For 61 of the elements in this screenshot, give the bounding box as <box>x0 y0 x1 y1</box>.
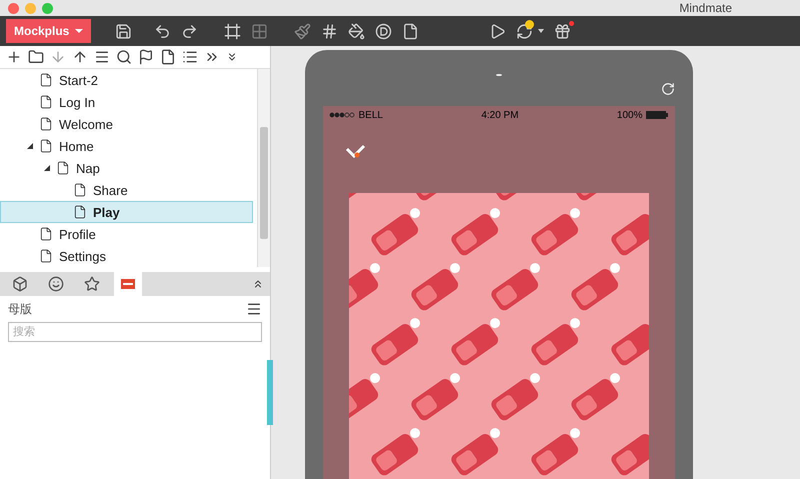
time-text: 4:20 PM <box>481 110 519 120</box>
expand-icon[interactable] <box>252 278 264 290</box>
resize-handle[interactable] <box>267 360 273 425</box>
page-icon <box>39 73 53 87</box>
expand-triangle-icon[interactable] <box>44 165 50 171</box>
sync-icon[interactable] <box>516 22 534 40</box>
brush-icon[interactable] <box>294 22 312 40</box>
tree-item[interactable]: Log In <box>0 91 253 113</box>
notification-badge <box>525 20 534 28</box>
hash-icon[interactable] <box>321 22 338 40</box>
save-icon[interactable] <box>115 22 132 40</box>
page-icon <box>39 227 53 241</box>
page-icon <box>73 183 87 197</box>
tree-item[interactable]: Play <box>0 201 253 223</box>
folder-icon[interactable] <box>28 49 44 65</box>
caret-icon[interactable] <box>538 29 544 33</box>
search-icon[interactable] <box>116 49 132 65</box>
app-menu-button[interactable]: Mockplus <box>6 19 92 43</box>
carrier-text: BELL <box>358 110 383 120</box>
scrollbar[interactable] <box>257 69 270 267</box>
tree-item[interactable]: Start-2 <box>0 69 253 91</box>
expand-triangle-icon[interactable] <box>27 143 33 149</box>
tree-item[interactable]: Home <box>0 135 253 157</box>
masters-title: 母版 <box>8 300 32 318</box>
tree-item[interactable]: Nap <box>0 157 253 179</box>
paint-bucket-icon[interactable] <box>348 22 366 40</box>
grid-icon[interactable] <box>251 22 268 40</box>
undo-icon[interactable] <box>154 22 172 40</box>
redo-icon[interactable] <box>181 22 198 40</box>
frame-icon[interactable] <box>224 22 242 40</box>
tree-item[interactable]: Welcome <box>0 113 253 135</box>
circle-d-icon[interactable] <box>375 22 392 40</box>
page-icon <box>39 139 53 153</box>
page-icon <box>39 117 53 131</box>
battery-icon <box>646 111 668 119</box>
search-field[interactable]: 搜索 <box>8 322 262 342</box>
battery-text: 100% <box>616 110 642 120</box>
arrow-up-icon[interactable] <box>72 49 88 65</box>
collapse-icon[interactable] <box>226 51 238 63</box>
rotate-icon <box>660 82 674 96</box>
tree-item[interactable]: Profile <box>0 223 253 245</box>
gift-icon[interactable] <box>554 22 572 40</box>
document-icon[interactable] <box>402 22 420 40</box>
tree-item[interactable]: Settings <box>0 245 253 267</box>
menu-icon[interactable] <box>246 301 262 317</box>
page-icon <box>73 205 87 219</box>
play-icon[interactable] <box>489 22 506 40</box>
page-icon <box>56 161 70 175</box>
flag-icon[interactable] <box>138 49 154 65</box>
page-icon <box>39 95 53 109</box>
window-title: Mindmate <box>679 1 732 15</box>
tree-item[interactable]: Share <box>0 179 253 201</box>
master-page-icon <box>120 278 136 290</box>
page-icon <box>39 249 53 263</box>
signal-dots-icon <box>328 112 354 118</box>
add-icon[interactable] <box>6 49 22 65</box>
cube-icon <box>12 276 28 292</box>
checkmark-icon <box>344 144 366 158</box>
star-icon <box>84 276 100 292</box>
smiley-icon <box>48 276 64 292</box>
list-icon[interactable] <box>182 49 198 65</box>
